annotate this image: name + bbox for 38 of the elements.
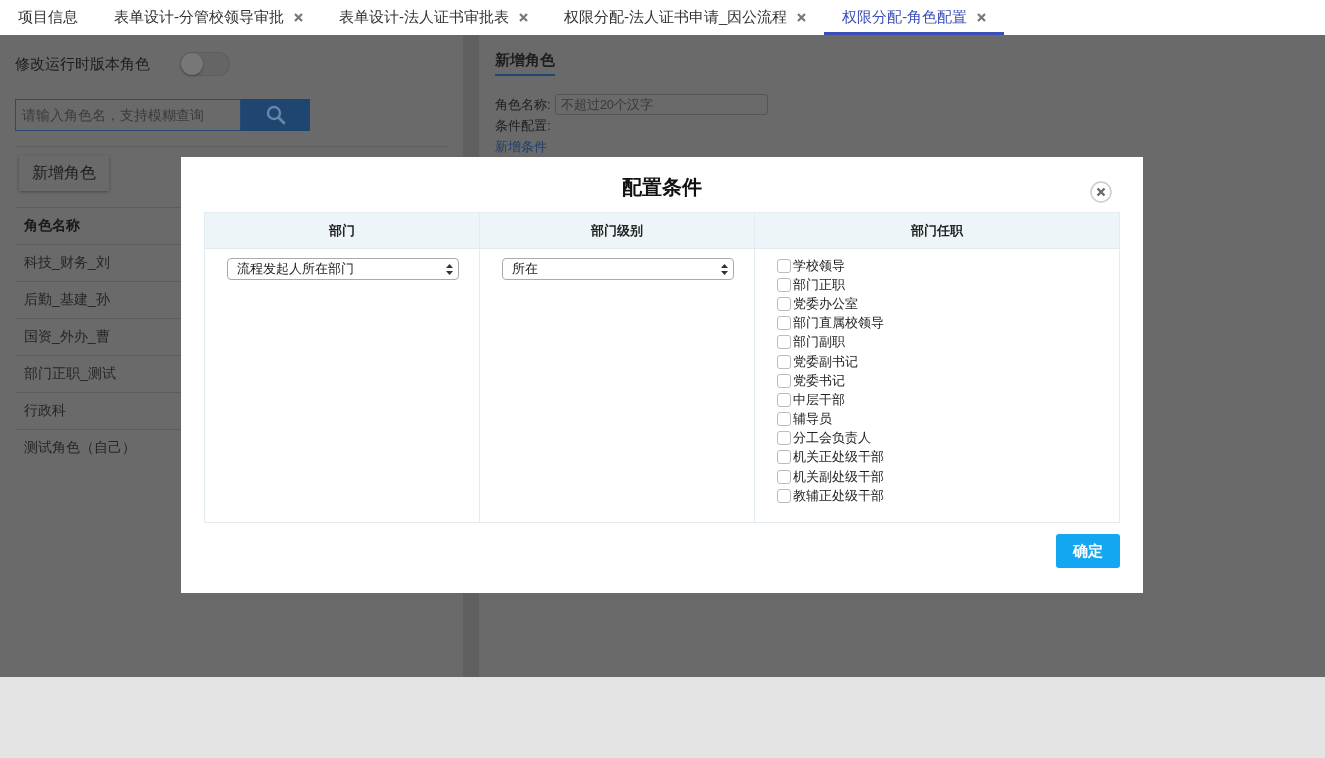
column-header: 部门任职 (755, 213, 1119, 249)
close-button[interactable] (1090, 181, 1112, 203)
column-header: 部门级别 (480, 213, 755, 249)
select-field[interactable]: 流程发起人所在部门 (227, 258, 459, 280)
close-icon[interactable] (797, 13, 807, 22)
search-button[interactable] (241, 99, 310, 131)
toggle-switch[interactable] (180, 52, 230, 76)
checkbox-option[interactable]: 部门直属校领导 (777, 313, 884, 333)
tab[interactable]: 权限分配-法人证书申请_因公流程 (546, 0, 825, 35)
toggle-label: 修改运行时版本角色 (15, 54, 150, 74)
section-title: 新增角色 (495, 51, 555, 76)
checkbox-option[interactable]: 党委书记 (777, 371, 845, 391)
column-header: 部门 (205, 213, 480, 249)
checkbox-option[interactable]: 党委办公室 (777, 294, 858, 314)
checkbox-option[interactable]: 党委副书记 (777, 351, 858, 372)
field-label: 角色名称: (495, 95, 551, 114)
tab[interactable]: 表单设计-分管校领导审批 (96, 0, 321, 35)
checkbox-option[interactable]: 分工会负责人 (777, 428, 871, 448)
dialog-title: 配置条件 (622, 175, 702, 200)
checkbox-option[interactable]: 部门正职 (777, 275, 845, 295)
select-field[interactable]: 所在 (502, 258, 734, 280)
close-icon[interactable] (294, 13, 303, 22)
close-icon[interactable] (519, 13, 528, 22)
select-arrows-icon (721, 263, 728, 275)
search-icon (265, 105, 286, 125)
tab[interactable]: 项目信息 (0, 0, 96, 35)
checkbox-option[interactable]: 教辅正处级干部 (777, 486, 884, 506)
checkbox-option[interactable]: 中层干部 (777, 390, 845, 410)
select-arrows-icon (446, 263, 453, 275)
checkbox-option[interactable]: 机关正处级干部 (777, 447, 884, 468)
close-icon (1090, 181, 1112, 203)
checkbox-option[interactable]: 机关副处级干部 (777, 467, 884, 487)
checkbox-option[interactable]: 学校领导 (777, 256, 845, 276)
close-icon[interactable] (977, 13, 987, 22)
checkbox-option[interactable]: 辅导员 (777, 409, 832, 429)
field-label: 条件配置: (495, 117, 552, 135)
tab[interactable]: 表单设计-法人证书审批表 (321, 0, 546, 35)
checkbox-option[interactable]: 部门副职 (777, 332, 845, 352)
